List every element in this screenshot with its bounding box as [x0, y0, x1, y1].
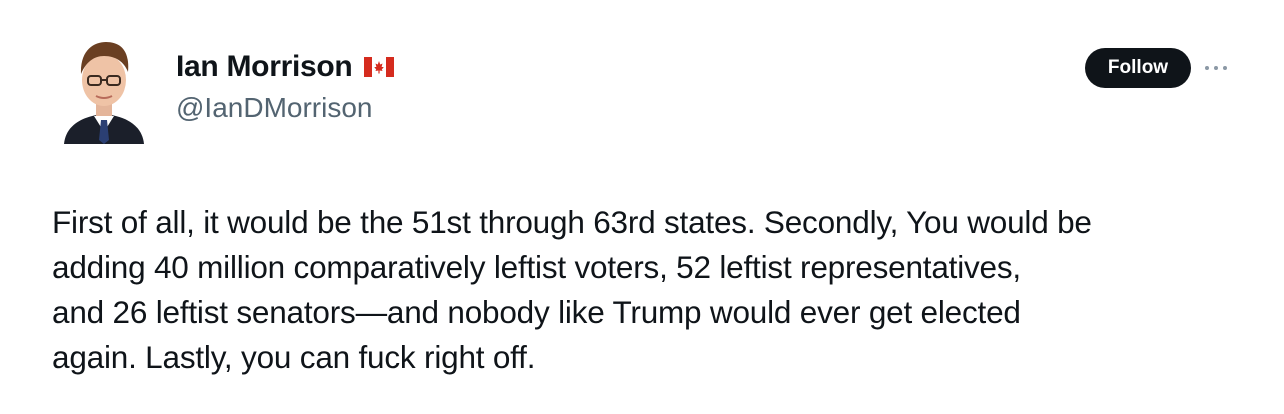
name-row: Ian Morrison: [176, 48, 395, 86]
user-handle[interactable]: @IanDMorrison: [176, 90, 394, 126]
canada-flag-icon: [364, 57, 395, 77]
tweet-card: Ian Morrison @IanDMorrison Follow First …: [0, 0, 1284, 414]
author-info: Ian Morrison @IanDMorrison: [176, 48, 395, 126]
tweet-text: First of all, it would be the 51st throu…: [52, 204, 1092, 375]
avatar[interactable]: [56, 32, 152, 144]
follow-button[interactable]: Follow: [1085, 48, 1191, 88]
more-horizontal-icon[interactable]: [1202, 58, 1230, 78]
display-name[interactable]: Ian Morrison: [176, 48, 353, 86]
